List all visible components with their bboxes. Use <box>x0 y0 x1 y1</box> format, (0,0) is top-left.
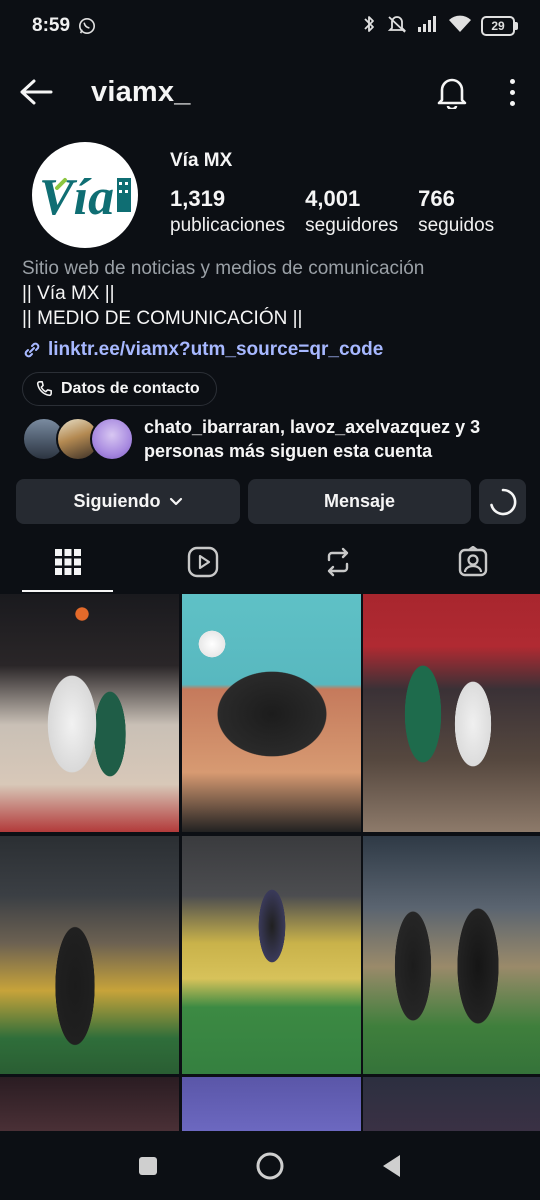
post-thumbnail[interactable] <box>181 1077 361 1132</box>
home-button[interactable] <box>250 1146 290 1186</box>
status-icons: 29 <box>361 14 518 39</box>
stat-value: 766 <box>418 186 455 211</box>
stat-label: seguidos <box>418 215 495 236</box>
svg-text:Vía: Vía <box>39 169 114 226</box>
battery-icon: 29 <box>481 16 518 36</box>
post-thumbnail[interactable] <box>363 1077 540 1132</box>
square-icon <box>139 1157 157 1175</box>
mute-icon <box>386 14 408 39</box>
bio-line: || Vía MX || <box>22 283 115 304</box>
profile-stats: 1,319 publicaciones 4,001 seguidores 766… <box>170 186 494 240</box>
posts-grid <box>0 594 540 1132</box>
battery-level: 29 <box>481 16 515 36</box>
tab-reposts[interactable] <box>270 532 405 592</box>
mutual-followers[interactable]: chato_ibarraran, lavoz_axelvazquez y 3 p… <box>22 416 527 462</box>
post-thumbnail[interactable] <box>0 594 179 832</box>
post-thumbnail[interactable] <box>181 835 361 1074</box>
home-circle-icon <box>256 1152 284 1180</box>
following-label: Siguiendo <box>73 491 161 511</box>
profile-actions: Siguiendo Mensaje <box>16 479 526 524</box>
chevron-down-icon <box>169 497 182 505</box>
display-name: Vía MX <box>170 150 233 171</box>
username-title: viamx_ <box>91 75 191 108</box>
profile-summary: Vía Vía MX 1,319 publicaciones 4,001 seg… <box>0 140 540 250</box>
tagged-person-icon <box>458 546 487 577</box>
more-dot-icon <box>509 78 515 84</box>
bio-link[interactable]: linktr.ee/viamx?utm_source=qr_code <box>22 337 522 362</box>
loading-spinner-icon <box>489 488 516 515</box>
stat-value: 1,319 <box>170 186 226 211</box>
following-button[interactable]: Siguiendo <box>16 479 240 524</box>
via-mx-logo: Vía <box>39 169 131 226</box>
mutual-avatars <box>22 417 134 461</box>
profile-tabs <box>0 532 540 592</box>
recents-button[interactable] <box>128 1146 168 1186</box>
grid-icon <box>54 549 81 575</box>
following-count[interactable]: 766 seguidos <box>418 186 494 240</box>
bio-category: Sitio web de noticias y medios de comuni… <box>22 258 425 279</box>
whatsapp-icon <box>78 17 96 35</box>
post-thumbnail[interactable] <box>0 1077 179 1132</box>
status-bar: 8:59 29 <box>0 0 540 52</box>
bell-icon <box>437 78 467 109</box>
message-label: Mensaje <box>323 491 396 511</box>
posts-count[interactable]: 1,319 publicaciones <box>170 186 285 240</box>
tab-reels[interactable] <box>135 532 270 592</box>
notifications-button[interactable] <box>432 72 472 112</box>
back-button[interactable] <box>18 74 54 110</box>
message-button[interactable]: Mensaje <box>248 479 471 524</box>
triangle-back-icon <box>383 1155 400 1177</box>
signal-icon <box>417 15 439 38</box>
suggested-accounts-button[interactable] <box>479 479 526 524</box>
stat-label: seguidores <box>305 215 399 236</box>
stat-label: publicaciones <box>170 215 286 236</box>
stat-value: 4,001 <box>305 186 361 211</box>
status-time: 8:59 <box>32 15 71 36</box>
profile-avatar[interactable]: Vía <box>32 142 138 248</box>
followers-count[interactable]: 4,001 seguidores <box>305 186 398 240</box>
avatar <box>90 417 134 461</box>
bio-line: || MEDIO DE COMUNICACIÓN || <box>22 308 303 329</box>
mutual-line: personas más siguen esta cuenta <box>144 441 433 461</box>
tab-tagged[interactable] <box>405 532 540 592</box>
link-icon <box>24 342 40 357</box>
more-options-button[interactable] <box>502 72 522 112</box>
post-thumbnail[interactable] <box>363 594 540 832</box>
back-nav-button[interactable] <box>372 1146 412 1186</box>
wifi-icon <box>448 14 472 39</box>
bluetooth-icon <box>361 14 377 39</box>
bio-link-text: linktr.ee/viamx?utm_source=qr_code <box>48 339 384 360</box>
back-arrow-icon <box>20 79 53 105</box>
mutual-followers-text: chato_ibarraran, lavoz_axelvazquez y 3 p… <box>144 415 480 463</box>
post-thumbnail[interactable] <box>363 835 540 1074</box>
post-thumbnail[interactable] <box>181 594 361 832</box>
mutual-line: chato_ibarraran, lavoz_axelvazquez y 3 <box>144 417 481 437</box>
profile-bio: Sitio web de noticias y medios de comuni… <box>22 256 522 362</box>
post-thumbnail[interactable] <box>0 835 179 1074</box>
profile-header: viamx_ <box>0 62 540 122</box>
reels-icon <box>187 546 218 578</box>
system-navigation-bar <box>0 1132 540 1200</box>
tab-grid[interactable] <box>0 532 135 592</box>
contact-info-label: Datos de contacto <box>61 380 200 397</box>
contact-info-button[interactable]: Datos de contacto <box>22 372 217 406</box>
phone-icon <box>36 381 52 397</box>
repost-icon <box>327 547 348 577</box>
